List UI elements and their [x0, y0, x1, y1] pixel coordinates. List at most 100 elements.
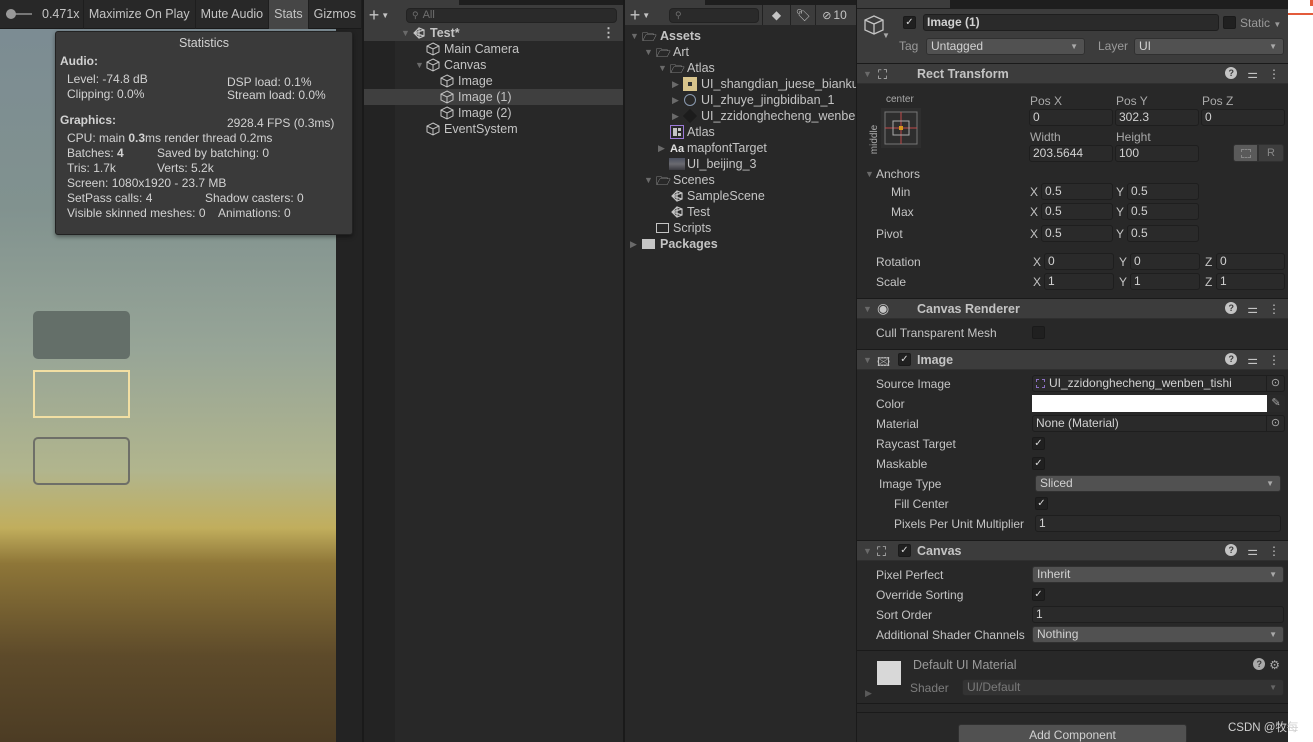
- image-type-dropdown[interactable]: Sliced ▼: [1035, 475, 1281, 492]
- rect-transform-header[interactable]: ▼ ⛶ Rect Transform ? ⚌ ⋮: [857, 63, 1288, 84]
- create-asset-button[interactable]: + ▼: [625, 5, 655, 25]
- project-item[interactable]: Scripts: [625, 220, 856, 236]
- project-item[interactable]: ▶ UI_zzidonghecheng_wenbe: [625, 108, 856, 124]
- expand-arrow-icon[interactable]: ▼: [644, 172, 653, 188]
- expand-arrow-icon[interactable]: ▼: [415, 57, 424, 73]
- rotation-x-input[interactable]: 0: [1044, 253, 1114, 270]
- help-icon[interactable]: ?: [1225, 353, 1238, 365]
- anchor-min-x-input[interactable]: 0.5: [1041, 183, 1113, 200]
- tag-dropdown[interactable]: Untagged ▼: [926, 38, 1085, 55]
- sort-order-input[interactable]: 1: [1032, 606, 1284, 623]
- scale-slider-thumb[interactable]: [6, 9, 16, 19]
- fold-arrow-icon[interactable]: ▼: [863, 355, 872, 365]
- help-icon[interactable]: ?: [1253, 658, 1266, 670]
- maximize-on-play-button[interactable]: Maximize On Play: [84, 0, 196, 29]
- rotation-z-input[interactable]: 0: [1216, 253, 1285, 270]
- width-input[interactable]: 203.5644: [1029, 145, 1113, 162]
- image-component-header[interactable]: ▼ 🖾 ✓ Image ? ⚌ ⋮: [857, 349, 1288, 370]
- help-icon[interactable]: ?: [1225, 67, 1238, 79]
- more-options-icon[interactable]: ⋮: [1268, 67, 1280, 81]
- raw-edit-button[interactable]: R: [1258, 144, 1284, 162]
- fold-arrow-icon[interactable]: ▶: [865, 688, 872, 699]
- object-name-input[interactable]: Image (1): [923, 14, 1219, 31]
- expand-arrow-icon[interactable]: ▼: [401, 25, 410, 41]
- canvas-component-header[interactable]: ▼ ⛶ ✓ Canvas ? ⚌ ⋮: [857, 540, 1288, 561]
- project-item[interactable]: ▶ Aa mapfontTarget: [625, 140, 856, 156]
- create-button[interactable]: + ▼: [364, 5, 394, 25]
- hierarchy-item[interactable]: ▼ Canvas: [364, 57, 623, 73]
- height-input[interactable]: 100: [1115, 145, 1199, 162]
- layer-dropdown[interactable]: UI ▼: [1134, 38, 1284, 55]
- more-options-icon[interactable]: ⋮: [602, 25, 615, 41]
- search-by-type-button[interactable]: ◆: [762, 5, 790, 25]
- scale-y-input[interactable]: 1: [1130, 273, 1200, 290]
- add-component-button[interactable]: Add Component: [958, 724, 1187, 742]
- project-item[interactable]: ▶ UI_zhuye_jingbidiban_1: [625, 92, 856, 108]
- help-icon[interactable]: ?: [1225, 544, 1238, 556]
- scale-slider-track[interactable]: [6, 9, 32, 19]
- pos-y-input[interactable]: 302.3: [1115, 109, 1199, 126]
- project-item[interactable]: ▶ UI_shangdian_juese_bianku: [625, 76, 859, 92]
- gizmos-button[interactable]: Gizmos: [309, 0, 362, 29]
- scale-z-input[interactable]: 1: [1216, 273, 1285, 290]
- hierarchy-item[interactable]: Image: [364, 73, 623, 89]
- more-options-icon[interactable]: ⋮: [1268, 544, 1280, 558]
- more-options-icon[interactable]: ⋮: [1268, 302, 1280, 316]
- blueprint-mode-button[interactable]: [1233, 144, 1258, 162]
- project-item[interactable]: ▼ 🗁 Art: [625, 44, 856, 60]
- project-item[interactable]: Atlas: [625, 124, 856, 140]
- object-picker-icon[interactable]: ⊙: [1266, 416, 1284, 431]
- anchor-min-y-input[interactable]: 0.5: [1127, 183, 1199, 200]
- anchor-max-x-input[interactable]: 0.5: [1041, 203, 1113, 220]
- object-picker-icon[interactable]: ⊙: [1266, 376, 1284, 391]
- hierarchy-item[interactable]: Main Camera: [364, 41, 623, 57]
- scale-x-input[interactable]: 1: [1044, 273, 1114, 290]
- expand-arrow-icon[interactable]: ▼: [630, 28, 639, 44]
- pos-z-input[interactable]: 0: [1201, 109, 1285, 126]
- maskable-checkbox[interactable]: ✓: [1032, 457, 1045, 470]
- color-swatch[interactable]: [1032, 395, 1267, 412]
- hierarchy-search-input[interactable]: ⚲ All: [406, 7, 617, 23]
- anchors-fold-icon[interactable]: ▼: [865, 169, 874, 179]
- shader-dropdown[interactable]: UI/Default ▼: [962, 679, 1284, 696]
- expand-arrow-icon[interactable]: ▶: [672, 92, 679, 108]
- expand-arrow-icon[interactable]: ▶: [658, 140, 665, 156]
- fold-arrow-icon[interactable]: ▼: [863, 546, 872, 556]
- expand-arrow-icon[interactable]: ▼: [644, 44, 653, 60]
- presets-icon[interactable]: ⚌: [1247, 302, 1258, 316]
- project-item[interactable]: ▼ 🗁 Atlas: [625, 60, 856, 76]
- fold-arrow-icon[interactable]: ▼: [863, 304, 872, 314]
- project-item[interactable]: ▼ 🗁 Scenes: [625, 172, 856, 188]
- project-item[interactable]: ▼ 🗁 Assets: [625, 28, 856, 44]
- project-item[interactable]: Test: [625, 204, 856, 220]
- cull-transparent-mesh-checkbox[interactable]: [1032, 326, 1045, 339]
- fold-arrow-icon[interactable]: ▼: [863, 69, 872, 79]
- pixels-per-unit-input[interactable]: 1: [1035, 515, 1281, 532]
- expand-arrow-icon[interactable]: ▶: [630, 236, 637, 252]
- canvas-enabled-checkbox[interactable]: ✓: [898, 544, 911, 557]
- anchor-max-y-input[interactable]: 0.5: [1127, 203, 1199, 220]
- expand-arrow-icon[interactable]: ▼: [658, 60, 667, 76]
- help-icon[interactable]: ?: [1225, 302, 1238, 314]
- image-enabled-checkbox[interactable]: ✓: [898, 353, 911, 366]
- hierarchy-item[interactable]: Image (2): [364, 105, 623, 121]
- mute-audio-button[interactable]: Mute Audio: [196, 0, 270, 29]
- project-search-input[interactable]: ⚲: [669, 7, 759, 23]
- pivot-y-input[interactable]: 0.5: [1127, 225, 1199, 242]
- project-item[interactable]: SampleScene: [625, 188, 856, 204]
- source-image-field[interactable]: UI_zzidonghecheng_wenben_tishi ⊙: [1032, 375, 1285, 392]
- fill-center-checkbox[interactable]: ✓: [1035, 497, 1048, 510]
- scene-row[interactable]: ▼ Test* ⋮: [364, 25, 623, 41]
- pos-x-input[interactable]: 0: [1029, 109, 1113, 126]
- stats-button[interactable]: Stats: [269, 0, 309, 29]
- active-checkbox[interactable]: ✓: [903, 16, 916, 29]
- canvas-renderer-header[interactable]: ▼ ◉ Canvas Renderer ? ⚌ ⋮: [857, 298, 1288, 319]
- expand-arrow-icon[interactable]: ▶: [672, 76, 679, 92]
- more-options-icon[interactable]: ⋮: [1268, 353, 1280, 367]
- static-checkbox[interactable]: [1223, 16, 1236, 29]
- tab-inspector[interactable]: [857, 0, 950, 8]
- raycast-target-checkbox[interactable]: ✓: [1032, 437, 1045, 450]
- pivot-x-input[interactable]: 0.5: [1041, 225, 1113, 242]
- project-item[interactable]: ▶ Packages: [625, 236, 856, 252]
- chevron-down-icon[interactable]: ▼: [882, 31, 890, 40]
